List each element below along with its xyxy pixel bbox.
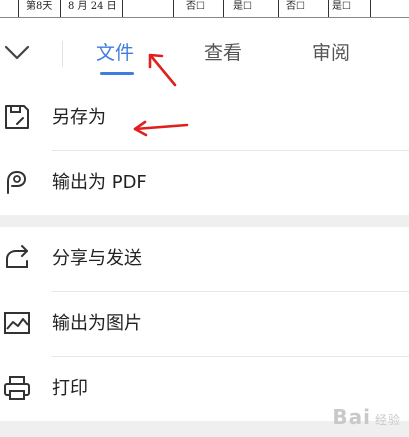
active-tab-indicator <box>100 72 134 75</box>
image-icon <box>2 308 32 338</box>
table-border <box>223 0 224 18</box>
table-border <box>0 17 409 18</box>
printer-icon <box>2 373 32 403</box>
save-as-icon <box>2 102 32 132</box>
share-icon <box>2 243 32 273</box>
document-table-strip: 第8天 8 月 24 日 否☐ 是☐ 否☐ 是☐ <box>0 0 409 18</box>
table-cell-date: 8 月 24 日 <box>68 1 117 12</box>
tab-separator <box>62 41 63 67</box>
table-border <box>370 0 371 18</box>
table-border <box>278 0 279 18</box>
section-gap <box>0 215 409 227</box>
menu-item-label: 输出为 PDF <box>52 172 147 193</box>
table-border <box>173 0 174 18</box>
tab-view[interactable]: 查看 <box>204 39 242 67</box>
menu-item-label: 分享与发送 <box>52 248 142 269</box>
menu-item-label: 另存为 <box>52 107 106 128</box>
tab-review[interactable]: 审阅 <box>312 39 350 67</box>
pdf-export-icon <box>2 167 32 197</box>
tab-file[interactable]: 文件 <box>96 39 134 67</box>
menu-item-label: 输出为图片 <box>52 313 142 334</box>
table-border <box>18 0 19 18</box>
menu-item-label: 打印 <box>52 378 88 399</box>
table-cell-option-no: 否☐ <box>186 1 205 12</box>
table-border <box>328 0 329 18</box>
table-cell-option-yes: 是☐ <box>332 1 351 12</box>
menu-tab-bar: 文件 查看 审阅 <box>0 19 409 85</box>
menu-item-export-pdf[interactable]: 输出为 PDF <box>0 151 409 215</box>
table-cell-day: 第8天 <box>26 1 53 12</box>
table-border <box>122 0 123 18</box>
table-cell-option-no: 否☐ <box>286 1 305 12</box>
collapse-chevron-icon[interactable] <box>2 39 32 65</box>
menu-item-share-send[interactable]: 分享与发送 <box>0 227 409 291</box>
menu-item-export-image[interactable]: 输出为图片 <box>0 292 409 356</box>
baidu-watermark-logo: Bai 经验 <box>332 405 401 429</box>
menu-item-save-as[interactable]: 另存为 <box>0 86 409 150</box>
table-cell-option-yes: 是☐ <box>233 1 252 12</box>
table-border <box>60 0 61 18</box>
